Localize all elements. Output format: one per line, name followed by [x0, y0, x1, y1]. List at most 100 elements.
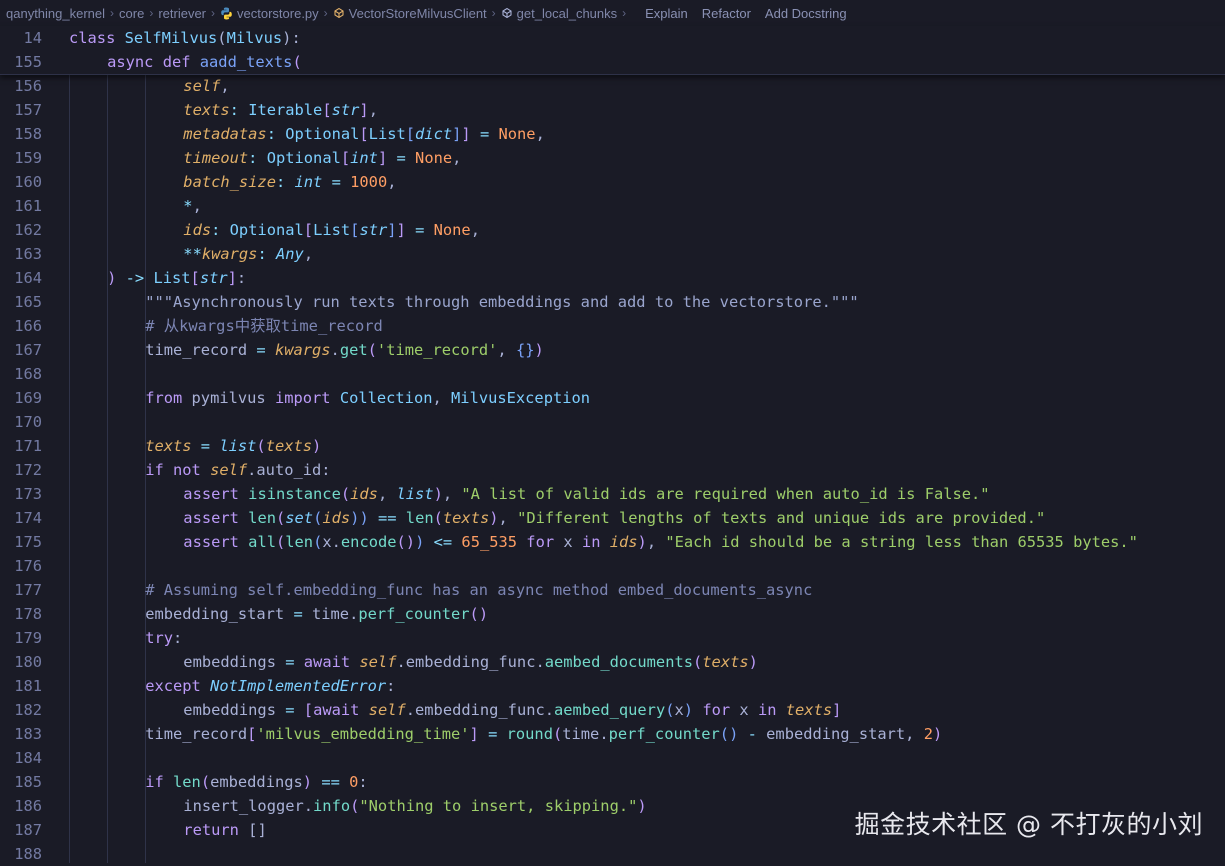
code-token: .embedding_func. — [405, 701, 555, 719]
code-line[interactable]: 176 — [0, 554, 1225, 578]
code-token: in — [581, 533, 610, 551]
code-line[interactable]: 166 # 从kwargs中获取time_record — [0, 314, 1225, 338]
sticky-scroll-header[interactable]: 14 class SelfMilvus(Milvus): 155 async def … — [0, 26, 1225, 75]
code-token: , — [535, 125, 545, 143]
line-number: 166 — [14, 317, 42, 335]
code-line[interactable]: 183 time_record['milvus_embedding_time'] … — [0, 722, 1225, 746]
code-line[interactable]: 160 batch_size: int = 1000, — [0, 170, 1225, 194]
code-line[interactable]: 178 embedding_start = time.perf_counter() — [0, 602, 1225, 626]
code-token: from — [145, 389, 192, 407]
code-token: """Asynchronously run texts through embe… — [145, 293, 859, 311]
code-token: in — [757, 701, 786, 719]
code-text: self, — [183, 74, 229, 98]
code-token: pymilvus — [191, 389, 275, 407]
class-symbol-icon — [333, 7, 345, 19]
code-token: ) — [748, 653, 758, 671]
line-number: 184 — [14, 749, 42, 767]
code-line[interactable]: 168 — [0, 362, 1225, 386]
code-line[interactable]: 156 self, — [0, 74, 1225, 98]
line-number: 171 — [14, 437, 42, 455]
refactor-action[interactable]: Refactor — [702, 6, 751, 21]
code-text: """Asynchronously run texts through embe… — [145, 290, 858, 314]
breadcrumb-item-class[interactable]: VectorStoreMilvusClient — [349, 6, 487, 21]
code-line[interactable]: 155 async def aadd_texts( — [0, 50, 1225, 74]
code-line[interactable]: 188 — [0, 842, 1225, 866]
breadcrumb-item-project[interactable]: qanything_kernel — [6, 6, 105, 21]
line-number: 170 — [14, 413, 42, 431]
code-text: # Assuming self.embedding_func has an as… — [145, 578, 812, 602]
code-line[interactable]: 185 if len(embeddings) == 0: — [0, 770, 1225, 794]
code-token: == — [312, 773, 350, 791]
code-token: , — [368, 101, 378, 119]
code-token: import — [274, 389, 340, 407]
code-line[interactable]: 161 *, — [0, 194, 1225, 218]
code-token: .auto_id: — [247, 461, 331, 479]
chevron-right-icon: › — [622, 6, 627, 20]
breadcrumb-item-core[interactable]: core — [119, 6, 144, 21]
code-token: , — [452, 149, 462, 167]
code-token: : — [236, 269, 247, 287]
code-line[interactable]: 175 assert all(len(x.encode()) <= 65_535 … — [0, 530, 1225, 554]
code-text: from pymilvus import Collection, MilvusE… — [145, 386, 590, 410]
code-token: time_record — [145, 341, 257, 359]
code-line[interactable]: 157 texts: Iterable[str], — [0, 98, 1225, 122]
code-line[interactable]: 164) -> List[str]: — [0, 266, 1225, 290]
add-docstring-action[interactable]: Add Docstring — [765, 6, 847, 21]
code-token: ): — [282, 29, 301, 47]
code-token: texts — [183, 101, 230, 119]
code-text: if len(embeddings) == 0: — [145, 770, 368, 794]
line-number: 165 — [14, 293, 42, 311]
code-line[interactable]: 167 time_record = kwargs.get('time_record… — [0, 338, 1225, 362]
code-line[interactable]: 158 metadatas: Optional[List[dict]] = Non… — [0, 122, 1225, 146]
code-token: "Nothing to insert, skipping." — [359, 797, 638, 815]
code-text: insert_logger.info("Nothing to insert, s… — [183, 794, 646, 818]
code-line[interactable]: 169 from pymilvus import Collection, Milv… — [0, 386, 1225, 410]
code-token: ] — [452, 125, 462, 143]
code-token: 65_535 — [461, 533, 518, 551]
code-line[interactable]: 173 assert isinstance(ids, list), "A list… — [0, 482, 1225, 506]
code-token: x. — [322, 533, 341, 551]
code-token: [ — [405, 125, 416, 143]
code-line[interactable]: 179 try: — [0, 626, 1225, 650]
code-token: ) — [433, 485, 443, 503]
breadcrumb-item-method[interactable]: get_local_chunks — [517, 6, 617, 21]
code-token: List — [153, 269, 191, 287]
breadcrumb-item-file[interactable]: vectorstore.py — [237, 6, 319, 21]
code-line[interactable]: 174 assert len(set(ids)) == len(texts), "… — [0, 506, 1225, 530]
line-number: 173 — [14, 485, 42, 503]
code-token: aembed_documents — [544, 653, 693, 671]
code-token: assert — [183, 509, 249, 527]
code-line[interactable]: 171 texts = list(texts) — [0, 434, 1225, 458]
code-token: ] — [359, 101, 369, 119]
code-editor[interactable]: 156 self, 157 texts: Iterable[str], 158 metad… — [0, 74, 1225, 866]
code-token: ) — [489, 509, 499, 527]
code-line[interactable]: 162 ids: Optional[List[str]] = None, — [0, 218, 1225, 242]
code-line[interactable]: 177 # Assuming self.embedding_func has an… — [0, 578, 1225, 602]
code-token: await — [303, 653, 360, 671]
code-line[interactable]: 182 embeddings = [await self.embedding_fu… — [0, 698, 1225, 722]
code-line[interactable]: 180 embeddings = await self.embedding_fun… — [0, 650, 1225, 674]
code-token: perf_counter — [358, 605, 470, 623]
code-line[interactable]: 184 — [0, 746, 1225, 770]
code-token: [ — [190, 269, 200, 287]
code-token: MilvusException — [451, 389, 591, 407]
code-token: : — [257, 245, 276, 263]
code-text: *, — [183, 194, 202, 218]
code-token: ] — [377, 149, 388, 167]
code-line[interactable]: 181 except NotImplementedError: — [0, 674, 1225, 698]
chevron-right-icon: › — [110, 6, 115, 20]
breadcrumb-item-retriever[interactable]: retriever — [158, 6, 206, 21]
code-token: len — [285, 533, 314, 551]
code-line[interactable]: 14 class SelfMilvus(Milvus): — [0, 26, 1225, 50]
code-token: timeout — [183, 149, 249, 167]
line-number: 176 — [14, 557, 42, 575]
code-line[interactable]: 163 **kwargs: Any, — [0, 242, 1225, 266]
explain-action[interactable]: Explain — [645, 6, 688, 21]
code-line[interactable]: 170 — [0, 410, 1225, 434]
code-token: try — [145, 629, 173, 647]
code-line[interactable]: 159 timeout: Optional[int] = None, — [0, 146, 1225, 170]
code-line[interactable]: 172 if not self.auto_id: — [0, 458, 1225, 482]
line-number: 172 — [14, 461, 42, 479]
code-text: **kwargs: Any, — [183, 242, 313, 266]
code-line[interactable]: 165 """Asynchronously run texts through e… — [0, 290, 1225, 314]
